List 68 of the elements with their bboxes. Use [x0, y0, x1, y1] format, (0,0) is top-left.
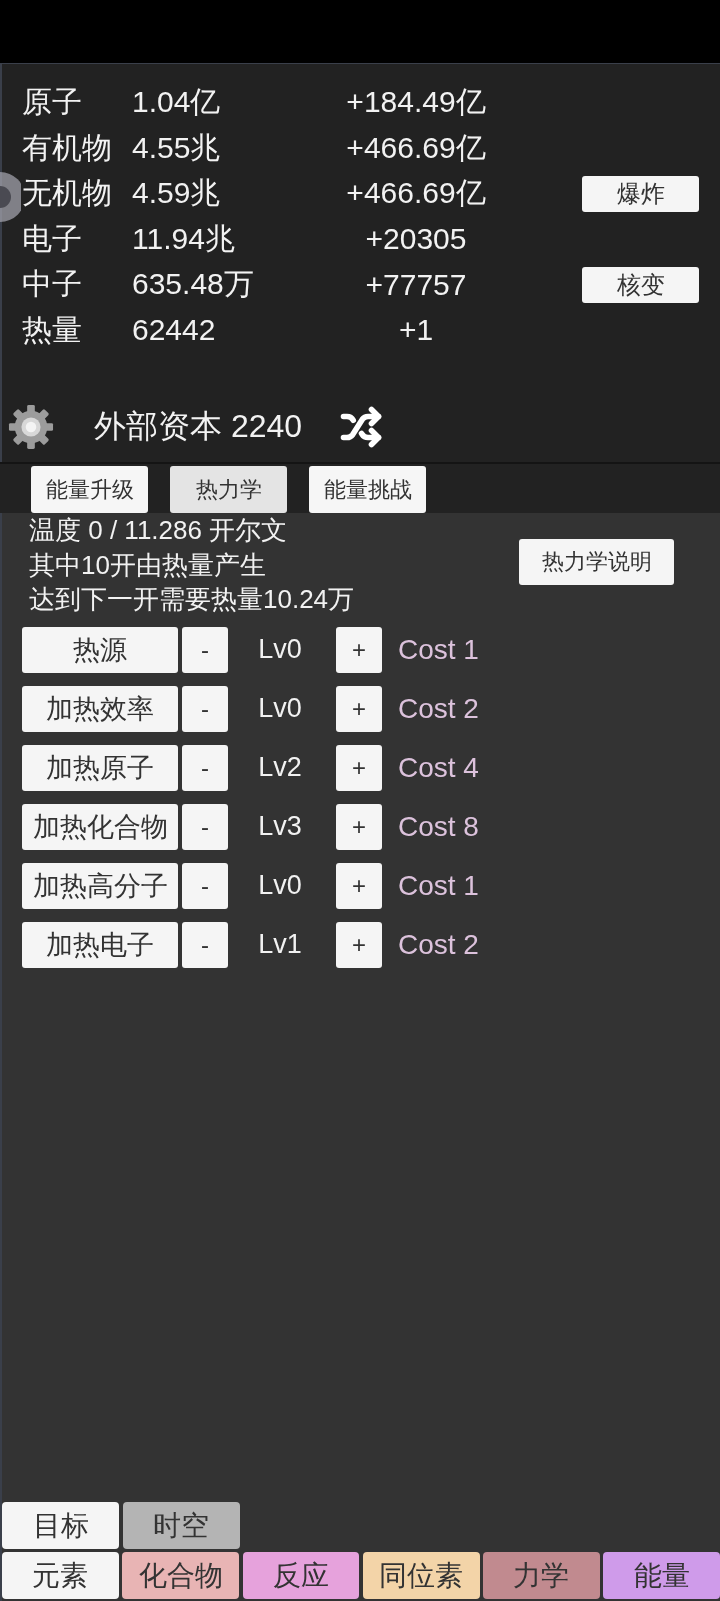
tab[interactable]: 能量挑战	[309, 466, 426, 513]
resource-amount: 11.94兆	[132, 220, 235, 257]
increase-button[interactable]: +	[336, 862, 382, 909]
resource-rate: +77757	[365, 267, 467, 302]
tab[interactable]: 热力学	[170, 466, 287, 513]
increase-button[interactable]: +	[336, 685, 382, 732]
decrease-button[interactable]: -	[182, 921, 228, 968]
decrease-button[interactable]: -	[182, 862, 228, 909]
resource-rate: +466.69亿	[346, 175, 486, 212]
action-button[interactable]: 爆炸	[582, 175, 699, 212]
cost-text: Cost 1	[398, 869, 479, 902]
increase-button[interactable]: +	[336, 744, 382, 791]
level-text: Lv3	[258, 811, 302, 842]
nav-button[interactable]: 时空	[122, 1502, 240, 1549]
nav-button[interactable]: 目标	[2, 1502, 119, 1549]
level-text: Lv2	[258, 752, 302, 783]
upgrade-name-button[interactable]: 加热原子	[22, 744, 178, 791]
decrease-button[interactable]: -	[182, 626, 228, 673]
resource-amount: 4.55兆	[132, 129, 221, 166]
shuffle-icon[interactable]	[340, 406, 383, 448]
nav-button[interactable]: 能量	[603, 1552, 720, 1599]
upgrade-name-button[interactable]: 加热电子	[22, 921, 178, 968]
resource-name: 热量	[22, 311, 82, 348]
resource-amount: 62442	[132, 313, 216, 348]
thermo-info-text: 温度 0 / 11.286 开尔文	[29, 514, 289, 547]
resource-rate: +20305	[365, 222, 467, 257]
nav-button[interactable]: 化合物	[122, 1552, 239, 1599]
cost-text: Cost 2	[398, 692, 479, 725]
decrease-button[interactable]: -	[182, 685, 228, 732]
resource-name: 无机物	[22, 175, 112, 212]
action-button[interactable]: 核变	[582, 266, 699, 303]
resource-name: 原子	[22, 84, 82, 121]
resource-name: 中子	[22, 266, 82, 303]
cost-text: Cost 8	[398, 810, 479, 843]
upgrade-name-button[interactable]: 加热化合物	[22, 803, 178, 850]
decrease-button[interactable]: -	[182, 744, 228, 791]
nav-button[interactable]: 力学	[483, 1552, 600, 1599]
resource-rate: +1	[398, 313, 434, 348]
nav-button[interactable]: 反应	[242, 1552, 360, 1599]
capital-text: 外部资本 2240	[94, 407, 303, 446]
help-button[interactable]: 热力学说明	[519, 538, 674, 585]
thermo-info-text: 其中10开由热量产生	[29, 548, 267, 582]
cost-text: Cost 4	[398, 751, 479, 784]
nav-button[interactable]: 元素	[2, 1552, 119, 1599]
level-text: Lv0	[258, 693, 302, 724]
cost-text: Cost 2	[398, 928, 479, 961]
level-text: Lv1	[258, 929, 302, 960]
increase-button[interactable]: +	[336, 803, 382, 850]
resource-name: 电子	[22, 220, 82, 257]
upgrade-name-button[interactable]: 热源	[22, 626, 178, 673]
resource-rate: +466.69亿	[346, 129, 486, 166]
tab[interactable]: 能量升级	[31, 466, 148, 513]
resource-amount: 1.04亿	[132, 84, 221, 121]
nav-button[interactable]: 同位素	[362, 1552, 480, 1599]
resource-amount: 4.59兆	[132, 175, 221, 212]
increase-button[interactable]: +	[336, 921, 382, 968]
gear-icon[interactable]	[8, 404, 54, 450]
increase-button[interactable]: +	[336, 626, 382, 673]
level-text: Lv0	[258, 634, 302, 665]
upgrade-name-button[interactable]: 加热高分子	[22, 862, 178, 909]
decrease-button[interactable]: -	[182, 803, 228, 850]
level-text: Lv0	[258, 870, 302, 901]
cost-text: Cost 1	[398, 633, 479, 666]
upgrade-name-button[interactable]: 加热效率	[22, 685, 178, 732]
thermo-info-text: 达到下一开需要热量10.24万	[29, 583, 355, 616]
resource-amount: 635.48万	[132, 266, 254, 303]
resource-name: 有机物	[22, 129, 112, 166]
resource-rate: +184.49亿	[346, 84, 486, 121]
